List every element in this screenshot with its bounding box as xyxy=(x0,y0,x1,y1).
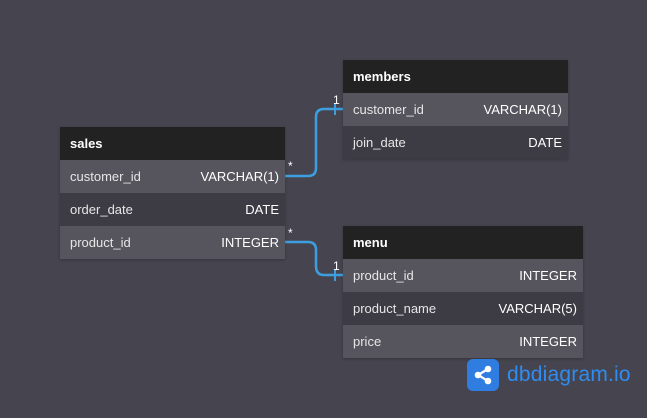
column-type: VARCHAR(1) xyxy=(200,169,280,184)
column-type: DATE xyxy=(245,202,279,217)
cardinality-many-label: * xyxy=(288,226,293,240)
table-sales-header[interactable]: sales xyxy=(60,127,285,160)
column-row[interactable]: join_date DATE xyxy=(343,126,568,159)
column-row[interactable]: order_date DATE xyxy=(60,193,285,226)
cardinality-one-label: 1 xyxy=(333,259,340,273)
column-row[interactable]: customer_id VARCHAR(1) xyxy=(343,93,568,126)
table-members[interactable]: members customer_id VARCHAR(1) join_date… xyxy=(343,60,568,159)
cardinality-one-label: 1 xyxy=(333,93,340,107)
share-nodes-icon xyxy=(467,359,499,391)
column-type: INTEGER xyxy=(519,268,577,283)
column-name: product_id xyxy=(353,268,414,283)
column-type: INTEGER xyxy=(519,334,577,349)
column-name: customer_id xyxy=(70,169,141,184)
dbdiagram-logo[interactable]: dbdiagram.io xyxy=(467,359,631,391)
column-name: price xyxy=(353,334,382,349)
column-name: order_date xyxy=(70,202,133,217)
table-menu-header[interactable]: menu xyxy=(343,226,583,259)
table-menu[interactable]: menu product_id INTEGER product_name VAR… xyxy=(343,226,583,358)
table-sales[interactable]: sales customer_id VARCHAR(1) order_date … xyxy=(60,127,285,259)
relationship-line-customer-id[interactable] xyxy=(285,107,343,178)
column-type: VARCHAR(5) xyxy=(498,301,578,316)
column-name: product_name xyxy=(353,301,437,316)
column-type: DATE xyxy=(528,135,562,150)
cardinality-many-label: * xyxy=(288,159,293,173)
table-members-header[interactable]: members xyxy=(343,60,568,93)
column-name: product_id xyxy=(70,235,131,250)
column-row[interactable]: customer_id VARCHAR(1) xyxy=(60,160,285,193)
column-row[interactable]: product_id INTEGER xyxy=(343,259,583,292)
column-row[interactable]: price INTEGER xyxy=(343,325,583,358)
column-row[interactable]: product_id INTEGER xyxy=(60,226,285,259)
brand-name: dbdiagram.io xyxy=(507,363,631,386)
column-name: customer_id xyxy=(353,102,424,117)
column-row[interactable]: product_name VARCHAR(5) xyxy=(343,292,583,325)
column-name: join_date xyxy=(353,135,406,150)
column-type: INTEGER xyxy=(221,235,279,250)
column-type: VARCHAR(1) xyxy=(483,102,563,117)
